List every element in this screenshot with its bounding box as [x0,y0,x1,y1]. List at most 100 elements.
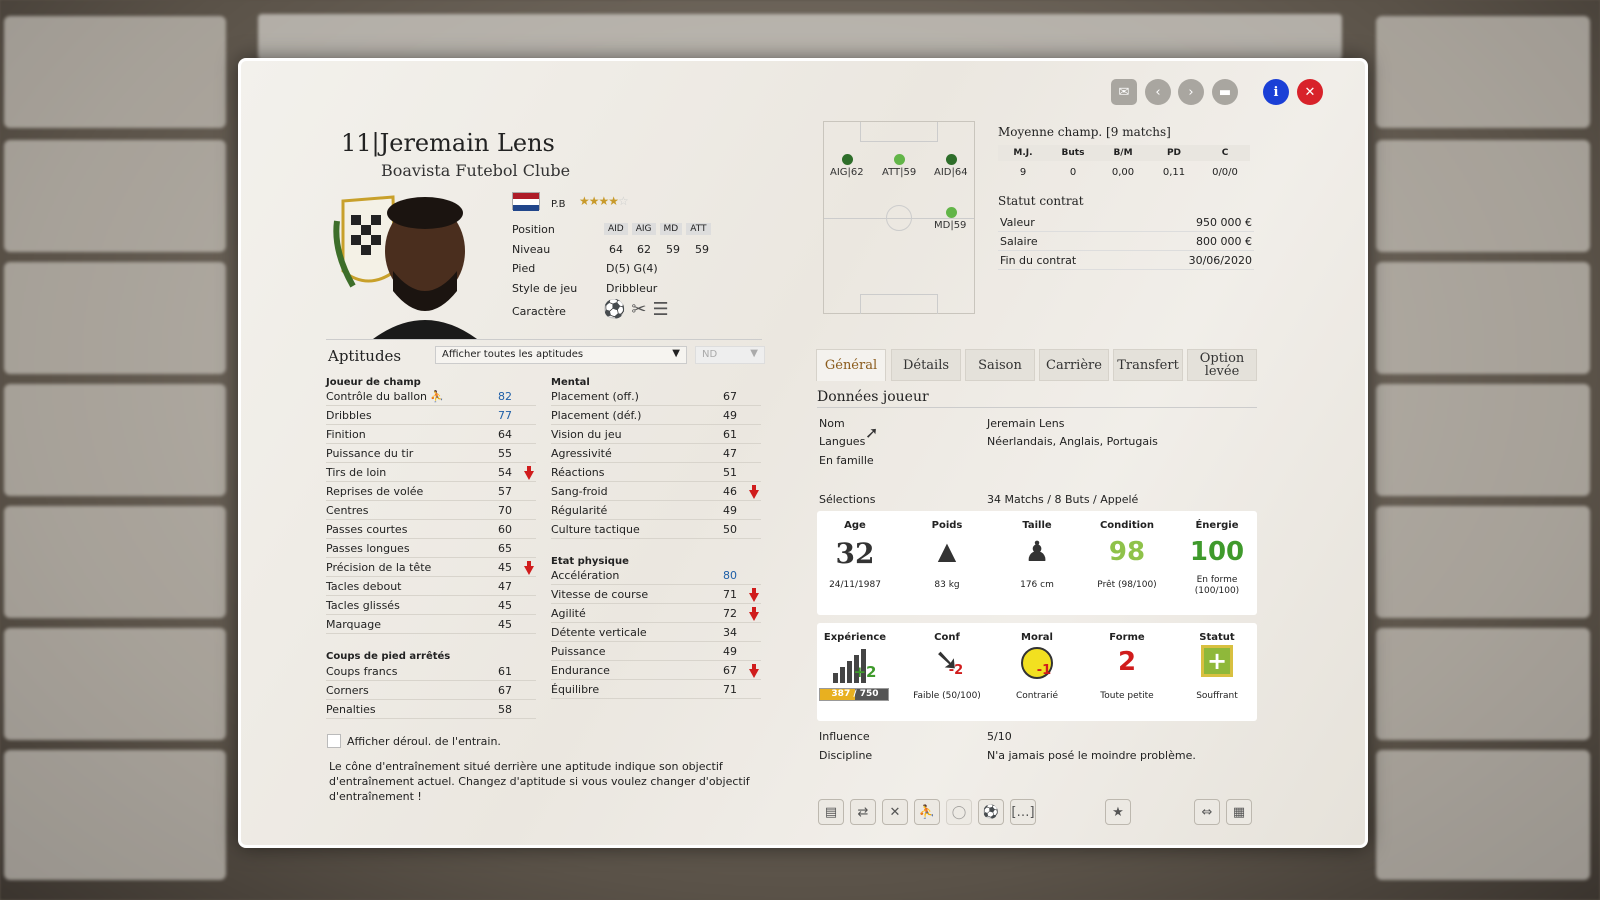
attribute-name: Puissance [551,644,606,658]
attribute-name: Vision du jeu [551,427,622,441]
position-pitch: AIG|62 ATT|59 AID|64 MD|59 [823,121,975,314]
background-panel [4,140,226,252]
attribute-value: 67 [723,663,737,677]
attribute-name: Centres [326,503,369,517]
attribute-value: 71 [723,682,737,696]
background-panel [1376,750,1590,880]
tab-season[interactable]: Saison [965,349,1035,381]
attribute-row: Vision du jeu 61 [551,425,761,444]
kick-icon[interactable]: ⚽ [978,799,1004,825]
tab-details[interactable]: Détails [891,349,961,381]
discipline-label: Discipline [819,749,873,762]
morale-status: Contrarié [1016,691,1058,701]
attribute-row: Précision de la tête 45 [326,558,536,577]
attribute-row: Agressivité 47 [551,444,761,463]
row-value: 950 000 € [1196,215,1252,229]
attribute-name: Tacles debout [326,579,402,593]
name-label: Nom [819,417,845,430]
position-label: MD|59 [934,220,967,231]
attribute-row: Agilité 72 [551,604,761,623]
training-icon[interactable]: ⛹ [914,799,940,825]
table-cell: 0 [1069,166,1077,178]
previous-button[interactable]: ‹ [1145,79,1171,105]
club-name: Boavista Futebol Clube [381,161,571,180]
star-icon[interactable]: ★ [1105,799,1131,825]
tab-general[interactable]: Général [816,349,886,381]
attribute-name: Régularité [551,503,608,517]
attribute-row: Placement (off.) 67 [551,387,761,406]
attribute-value: 47 [723,446,737,460]
table-row: Fin du contrat 30/06/2020 [998,251,1254,270]
positions: AID AIG MD ATT [604,223,711,235]
attribute-row: Coups francs 61 [326,662,536,681]
weight-value: 83 kg [934,580,960,590]
influence-value: 5/10 [987,730,1012,743]
attribute-value: 70 [498,503,512,517]
decline-arrow-icon [749,485,759,499]
position-label: AIG|62 [830,167,864,178]
swap-icon[interactable]: ⇄ [850,799,876,825]
tactic-icon[interactable]: ☰ [653,299,675,320]
background-panel [4,628,226,740]
tab-career[interactable]: Carrière [1039,349,1109,381]
table-row: Valeur 950 000 € [998,213,1254,232]
calendar-icon[interactable]: ▦ [1226,799,1252,825]
league-average-title: Moyenne champ. [9 matchs] [998,125,1171,139]
attribute-row: Détente verticale 34 [551,623,761,642]
attribute-value: 55 [498,446,512,460]
training-checkbox[interactable] [327,734,341,748]
penalty-box [860,294,938,314]
mail-button[interactable]: ✉ [1111,79,1137,105]
attribute-name: Équilibre [551,682,600,696]
decline-arrow-icon [524,561,534,575]
brackets-icon[interactable]: […] [1010,799,1036,825]
aptitude-filter-select[interactable]: Afficher toutes les aptitudes ▼ [435,346,687,364]
tab-transfer[interactable]: Transfert [1113,349,1183,381]
row-label: Salaire [1000,234,1038,248]
shirt-button[interactable]: ▬ [1212,79,1238,105]
attribute-value: 45 [498,617,512,631]
skill-icon[interactable]: ⚽ [603,299,631,320]
tab-option[interactable]: Option levée [1187,349,1257,381]
attribute-value: 64 [498,427,512,441]
attribute-value: 46 [723,484,737,498]
contract-title: Statut contrat [998,194,1084,208]
form-value: 2 [1117,647,1137,677]
attribute-name: Placement (off.) [551,389,639,403]
attribute-value: 67 [498,683,512,697]
close-button[interactable]: ✕ [1297,79,1323,105]
country-code: P.B [551,199,566,210]
table-cell: 0,00 [1111,166,1135,178]
attribute-row: Passes longues 65 [326,539,536,558]
confidence-header: Conf [934,632,960,643]
decline-arrow-icon [749,588,759,602]
info-button[interactable]: i [1263,79,1289,105]
attribute-name: Réactions [551,465,605,479]
chat-icon[interactable]: ◯ [946,799,972,825]
attribute-name: Puissance du tir [326,446,414,460]
league-average-table: M.J. Buts B/M PD C 9 0 0,00 0,11 0/0/0 [998,145,1250,185]
background-panel [1376,384,1590,496]
background-panel [4,16,226,128]
attribute-name: Agressivité [551,446,612,460]
tackle-icon[interactable]: ✂ [631,299,652,320]
attribute-row: Régularité 49 [551,501,761,520]
next-button[interactable]: › [1178,79,1204,105]
position-badge: AIG [631,223,656,235]
attribute-name: Penalties [326,702,376,716]
player-title: 11|Jeremain Lens [341,129,555,157]
age-value: 32 [835,537,875,570]
weight-icon: ▲ [937,537,957,565]
nd-select[interactable]: ND ▼ [695,346,765,364]
fitness-icon[interactable]: ⇔ [1194,799,1220,825]
attribute-row: Puissance du tir 55 [326,444,536,463]
attribute-value: 71 [723,587,737,601]
level-label: Niveau [512,243,551,256]
attribute-value: 61 [498,664,512,678]
document-icon[interactable]: ▤ [818,799,844,825]
height-header: Taille [1022,520,1052,531]
attribute-name: Corners [326,683,369,697]
tactics-icon[interactable]: ✕ [882,799,908,825]
background-panel [1376,262,1590,374]
background-panel [4,750,226,880]
